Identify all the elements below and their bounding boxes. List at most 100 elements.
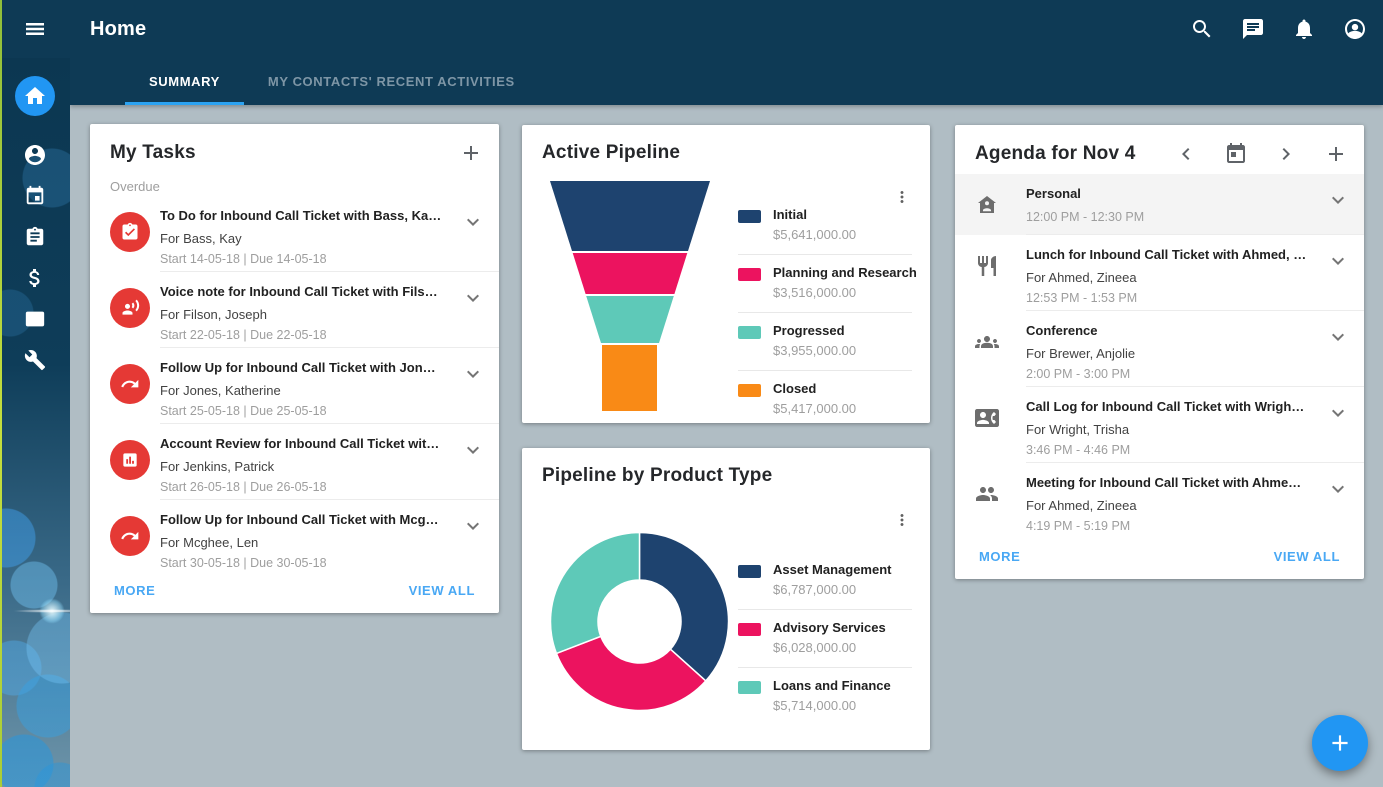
add-event-button[interactable] <box>1324 142 1348 166</box>
event-time: 4:19 PM - 5:19 PM <box>1026 519 1320 533</box>
legend-swatch <box>738 623 761 636</box>
chevron-down-icon[interactable] <box>461 210 485 234</box>
event-title: Conference <box>1026 323 1320 338</box>
lunch-icon <box>975 254 999 278</box>
legend-label: Closed <box>773 381 856 396</box>
agenda-row[interactable]: Meeting for Inbound Call Ticket with Ahm… <box>955 463 1364 539</box>
account-button[interactable] <box>1343 17 1367 41</box>
chevron-down-icon[interactable] <box>1326 249 1350 273</box>
agenda-card: Agenda for Nov 4 <box>955 125 1364 579</box>
sidebar-item-home[interactable] <box>15 76 55 116</box>
agenda-row[interactable]: Lunch for Inbound Call Ticket with Ahmed… <box>955 235 1364 311</box>
chevron-down-icon[interactable] <box>1326 188 1350 212</box>
page-title: Home <box>90 18 146 41</box>
legend-swatch <box>738 565 761 578</box>
task-title: Follow Up for Inbound Call Ticket with J… <box>160 360 455 375</box>
legend-item: Progressed $3,955,000.00 <box>738 313 912 371</box>
account-circle-icon <box>1343 17 1367 41</box>
chevron-down-icon[interactable] <box>1326 477 1350 501</box>
search-icon <box>1190 17 1214 41</box>
tab-strip: SUMMARY MY CONTACTS' RECENT ACTIVITIES <box>70 58 1383 105</box>
donut-chart <box>548 530 731 713</box>
plus-icon <box>1324 142 1348 166</box>
legend-label: Progressed <box>773 323 856 338</box>
notifications-button[interactable] <box>1292 17 1316 41</box>
tasks-view-all-button[interactable]: VIEW ALL <box>409 583 475 598</box>
agenda-card-title: Agenda for Nov 4 <box>975 143 1136 165</box>
sidebar-item-tools[interactable] <box>0 339 70 380</box>
agenda-row[interactable]: Personal 12:00 PM - 12:30 PM <box>955 174 1364 235</box>
tasks-more-button[interactable]: MORE <box>114 583 155 598</box>
donut-menu-button[interactable] <box>892 508 912 532</box>
chevron-right-icon <box>1274 142 1298 166</box>
task-contact: For Bass, Kay <box>160 231 455 246</box>
tab-recent-activities[interactable]: MY CONTACTS' RECENT ACTIVITIES <box>244 58 539 105</box>
tab-summary[interactable]: SUMMARY <box>125 58 244 105</box>
legend-value: $6,028,000.00 <box>773 640 886 655</box>
agenda-view-all-button[interactable]: VIEW ALL <box>1274 549 1340 564</box>
my-tasks-card: My Tasks Overdue To Do for Inbound Call … <box>90 124 499 613</box>
legend-label: Loans and Finance <box>773 678 891 693</box>
messages-button[interactable] <box>1241 17 1265 41</box>
sidebar-item-mail[interactable] <box>0 298 70 339</box>
dollar-icon <box>23 266 47 290</box>
agenda-more-button[interactable]: MORE <box>979 549 1020 564</box>
legend-swatch <box>738 681 761 694</box>
event-title: Meeting for Inbound Call Ticket with Ahm… <box>1026 475 1320 490</box>
follow-up-icon <box>110 364 150 404</box>
event-time: 12:00 PM - 12:30 PM <box>1026 210 1320 224</box>
agenda-next-day-button[interactable] <box>1274 142 1298 166</box>
event-contact: For Brewer, Anjolie <box>1026 346 1320 361</box>
legend-label: Initial <box>773 207 856 222</box>
task-row[interactable]: To Do for Inbound Call Ticket with Bass,… <box>90 196 499 272</box>
task-dates: Start 22-05-18 | Due 22-05-18 <box>160 328 455 342</box>
chevron-down-icon[interactable] <box>1326 325 1350 349</box>
legend-item: Planning and Research $3,516,000.00 <box>738 255 912 313</box>
task-row[interactable]: Follow Up for Inbound Call Ticket with M… <box>90 500 499 576</box>
task-dates: Start 25-05-18 | Due 25-05-18 <box>160 404 455 418</box>
legend-label: Asset Management <box>773 562 891 577</box>
account-review-icon <box>110 440 150 480</box>
agenda-prev-day-button[interactable] <box>1174 142 1198 166</box>
bell-icon <box>1292 17 1316 41</box>
call-log-icon <box>975 406 999 430</box>
funnel-legend: Initial $5,641,000.00 Planning and Resea… <box>738 197 912 428</box>
sidebar-item-tasks[interactable] <box>0 216 70 257</box>
sidebar-item-contacts[interactable] <box>0 134 70 175</box>
chevron-down-icon[interactable] <box>461 514 485 538</box>
event-contact: For Ahmed, Zineea <box>1026 270 1320 285</box>
kebab-menu-icon <box>893 511 911 529</box>
agenda-calendar-button[interactable] <box>1224 142 1248 166</box>
task-row[interactable]: Follow Up for Inbound Call Ticket with J… <box>90 348 499 424</box>
event-title: Personal <box>1026 186 1320 201</box>
chevron-down-icon[interactable] <box>1326 401 1350 425</box>
add-task-button[interactable] <box>459 141 483 165</box>
agenda-row[interactable]: Call Log for Inbound Call Ticket with Wr… <box>955 387 1364 463</box>
menu-hamburger-button[interactable] <box>23 17 47 41</box>
todo-icon <box>110 212 150 252</box>
tasks-section-label: Overdue <box>110 179 499 194</box>
search-button[interactable] <box>1190 17 1214 41</box>
app-sidebar <box>0 58 70 787</box>
follow-up-icon <box>110 516 150 556</box>
legend-item: Advisory Services $6,028,000.00 <box>738 610 912 668</box>
tasks-card-title: My Tasks <box>110 142 196 164</box>
meeting-icon <box>975 482 999 506</box>
fab-add-button[interactable] <box>1312 715 1368 771</box>
chevron-down-icon[interactable] <box>461 286 485 310</box>
calendar-icon <box>24 185 46 207</box>
chevron-down-icon[interactable] <box>461 438 485 462</box>
task-row[interactable]: Account Review for Inbound Call Ticket w… <box>90 424 499 500</box>
agenda-row[interactable]: Conference For Brewer, Anjolie 2:00 PM -… <box>955 311 1364 387</box>
legend-value: $6,787,000.00 <box>773 582 891 597</box>
sidebar-item-calendar[interactable] <box>0 175 70 216</box>
event-time: 12:53 PM - 1:53 PM <box>1026 291 1320 305</box>
sidebar-item-billing[interactable] <box>0 257 70 298</box>
legend-item: Initial $5,641,000.00 <box>738 197 912 255</box>
chevron-down-icon[interactable] <box>461 362 485 386</box>
task-row[interactable]: Voice note for Inbound Call Ticket with … <box>90 272 499 348</box>
task-contact: For Filson, Joseph <box>160 307 455 322</box>
task-dates: Start 26-05-18 | Due 26-05-18 <box>160 480 455 494</box>
legend-value: $3,955,000.00 <box>773 343 856 358</box>
legend-value: $5,417,000.00 <box>773 401 856 416</box>
